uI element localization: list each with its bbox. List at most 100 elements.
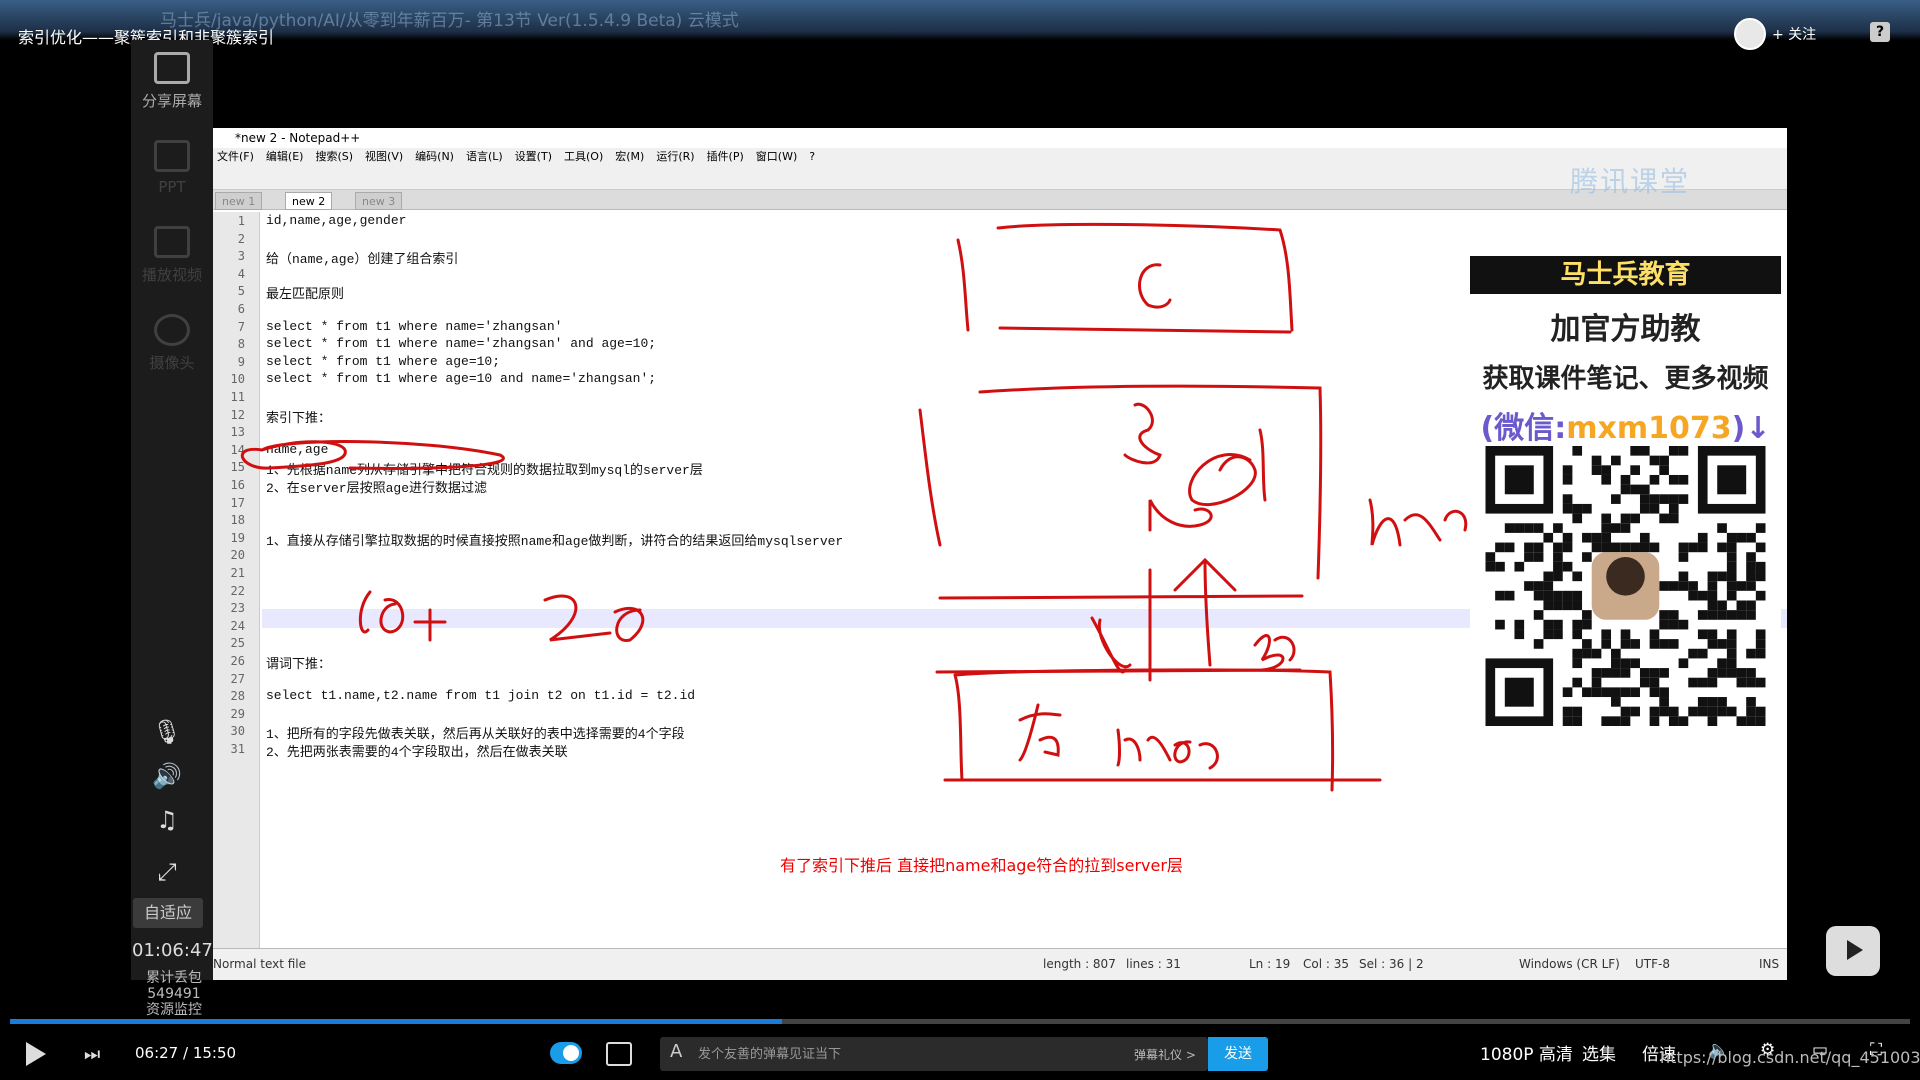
ppt-icon bbox=[154, 140, 190, 172]
avatar[interactable] bbox=[1734, 18, 1766, 50]
line-number: 22 bbox=[230, 583, 245, 598]
menu-item: 编码(N) bbox=[415, 150, 454, 163]
recorder-toolbar: 分享屏幕 PPT 播放视频 摄像头 bbox=[131, 40, 213, 980]
line-number: 19 bbox=[230, 530, 245, 545]
notepad-title: *new 2 - Notepad++ bbox=[213, 128, 1787, 148]
line-number: 15 bbox=[230, 460, 245, 475]
menu-item: 文件(F) bbox=[217, 150, 254, 163]
danmu-style-icon[interactable]: A bbox=[670, 1041, 682, 1062]
video-player: 马士兵/java/python/AI/从零到年薪百万- 第13节 Ver(1.5… bbox=[0, 0, 1920, 1080]
play-video-button: 播放视频 bbox=[131, 226, 213, 285]
line-number: 10 bbox=[230, 372, 245, 387]
adapt-button: 自适应 bbox=[133, 898, 203, 928]
quality-button[interactable]: 1080P 高清 bbox=[1480, 1040, 1573, 1065]
line-number: 6 bbox=[237, 302, 245, 316]
line-number: 9 bbox=[237, 354, 245, 369]
menu-item: 插件(P) bbox=[706, 150, 744, 163]
subtitle-caption: 有了索引下推后 直接把name和age符合的拉到server层 bbox=[780, 856, 1183, 875]
follow-label: + 关注 bbox=[1772, 27, 1817, 43]
notepad-statusbar: Normal text file length : 807 lines : 31… bbox=[213, 948, 1787, 980]
line-number: 20 bbox=[230, 548, 245, 563]
line-number: 5 bbox=[237, 284, 245, 299]
menu-item: 视图(V) bbox=[365, 150, 404, 163]
playback-time: 06:27 / 15:50 bbox=[135, 1044, 237, 1062]
status-encoding: UTF-8 bbox=[1635, 957, 1670, 971]
ppt-button: PPT bbox=[131, 140, 213, 196]
csdn-watermark: https://blog.csdn.net/qq_45100361 bbox=[1660, 1048, 1920, 1067]
tencent-classroom-logo: 腾讯课堂 bbox=[1570, 165, 1691, 198]
fullscreen-icon: ⤢ bbox=[157, 858, 177, 886]
menu-item: 窗口(W) bbox=[755, 150, 798, 163]
menu-item: 语言(L) bbox=[465, 150, 503, 163]
danmu-bar: A 弹幕礼仪 > 发送 bbox=[660, 1037, 1268, 1071]
code-line: select * from t1 where age=10; bbox=[266, 353, 501, 369]
speaker-icon: 🔊 bbox=[152, 762, 182, 790]
danmu-toggle[interactable] bbox=[550, 1042, 582, 1064]
header-bar: 马士兵/java/python/AI/从零到年薪百万- 第13节 Ver(1.5… bbox=[0, 0, 1920, 47]
line-number: 13 bbox=[230, 425, 245, 440]
status-ln: Ln : 19 bbox=[1249, 957, 1291, 971]
line-number: 2 bbox=[237, 231, 245, 246]
code-line: select * from t1 where name='zhangsan' a… bbox=[266, 336, 657, 352]
status-length: length : 807 bbox=[1043, 957, 1116, 971]
status-file-type: Normal text file bbox=[213, 957, 307, 971]
line-number: 11 bbox=[230, 390, 245, 404]
packet-loss-count: 549491 bbox=[147, 986, 201, 1002]
camera-button: 摄像头 bbox=[131, 314, 213, 373]
line-number: 26 bbox=[230, 654, 245, 668]
code-line: 1、把所有的字段先做表关联，然后再从关联好的表中选择需要的4个字段 bbox=[266, 727, 685, 743]
line-number: 29 bbox=[230, 706, 245, 721]
code-line: id,name,age,gender bbox=[266, 213, 407, 228]
help-icon[interactable]: ? bbox=[1870, 22, 1890, 42]
code-line: 索引下推： bbox=[266, 410, 332, 426]
danmu-settings-icon[interactable] bbox=[606, 1042, 632, 1066]
line-number: 18 bbox=[230, 513, 245, 528]
ppt-label: PPT bbox=[158, 178, 186, 196]
menu-item: 工具(O) bbox=[564, 150, 604, 163]
send-button[interactable]: 发送 bbox=[1208, 1037, 1268, 1071]
live-elapsed-time: 01:06:47 bbox=[132, 940, 213, 961]
line-number: 12 bbox=[230, 407, 245, 422]
line-number: 21 bbox=[230, 566, 245, 580]
line-number: 14 bbox=[230, 442, 245, 457]
next-episode-icon[interactable]: ⏭ bbox=[84, 1044, 102, 1065]
danmu-input[interactable] bbox=[698, 1039, 1078, 1069]
notepad-tabs: new 1 new 2 new 3 bbox=[213, 190, 1787, 210]
status-mode: INS bbox=[1759, 957, 1780, 971]
menu-item: ? bbox=[809, 150, 816, 163]
line-number: 3 bbox=[237, 249, 245, 264]
code-line: select * from t1 where name='zhangsan' bbox=[266, 318, 563, 334]
wechat-prefix: (微信: bbox=[1480, 411, 1567, 446]
packet-loss-info: 累计丢包 549491 资源监控 bbox=[134, 970, 214, 1018]
player-control-bar: ⏭ 06:27 / 15:50 A 弹幕礼仪 > 发送 1080P 高清 选集 … bbox=[0, 1024, 1920, 1080]
code-line: 给（name,age）创建了组合索引 bbox=[266, 252, 459, 268]
bilibili-tv-icon[interactable] bbox=[1826, 926, 1880, 976]
line-number: 17 bbox=[230, 495, 245, 510]
line-number-gutter: 1 2 3 4 5 6 7 8 9 10 11 12 13 14 15 16 17 18 19 20 21 22 23 24 2… bbox=[213, 212, 260, 948]
promo-line-2: 获取课件笔记、更多视频 bbox=[1482, 364, 1769, 394]
line-number: 8 bbox=[237, 337, 245, 352]
share-screen-button: 分享屏幕 bbox=[131, 52, 213, 111]
line-number: 25 bbox=[230, 636, 245, 651]
menu-item: 宏(M) bbox=[615, 150, 645, 163]
code-line: 最左匹配原则 bbox=[266, 287, 345, 303]
camera-icon bbox=[154, 314, 190, 346]
promo-brand: 马士兵教育 bbox=[1470, 256, 1781, 294]
promo-wechat: (微信:mxm1073)↓ bbox=[1470, 403, 1781, 447]
code-line: select t1.name,t2.name from t1 join t2 o… bbox=[266, 688, 696, 704]
notepad-menubar: 文件(F) 编辑(E) 搜索(S) 视图(V) 编码(N) 语言(L) 设置(T) 工具(O)… bbox=[213, 148, 1787, 166]
packet-loss-label: 累计丢包 bbox=[146, 970, 202, 986]
play-icon[interactable] bbox=[26, 1042, 46, 1066]
video-icon bbox=[154, 226, 190, 258]
line-number: 4 bbox=[237, 266, 245, 281]
line-number: 31 bbox=[230, 742, 245, 756]
status-lines: lines : 31 bbox=[1126, 957, 1181, 971]
tab-new-3: new 3 bbox=[355, 192, 403, 210]
music-icon: ♫ bbox=[156, 806, 178, 834]
danmu-etiquette-link[interactable]: 弹幕礼仪 > bbox=[1134, 1046, 1196, 1063]
line-number: 30 bbox=[230, 724, 245, 739]
status-sel: Sel : 36 | 2 bbox=[1359, 957, 1424, 971]
follow-button[interactable]: + 关注 bbox=[1734, 18, 1829, 50]
episodes-button[interactable]: 选集 bbox=[1582, 1040, 1616, 1065]
line-number: 27 bbox=[230, 671, 245, 686]
